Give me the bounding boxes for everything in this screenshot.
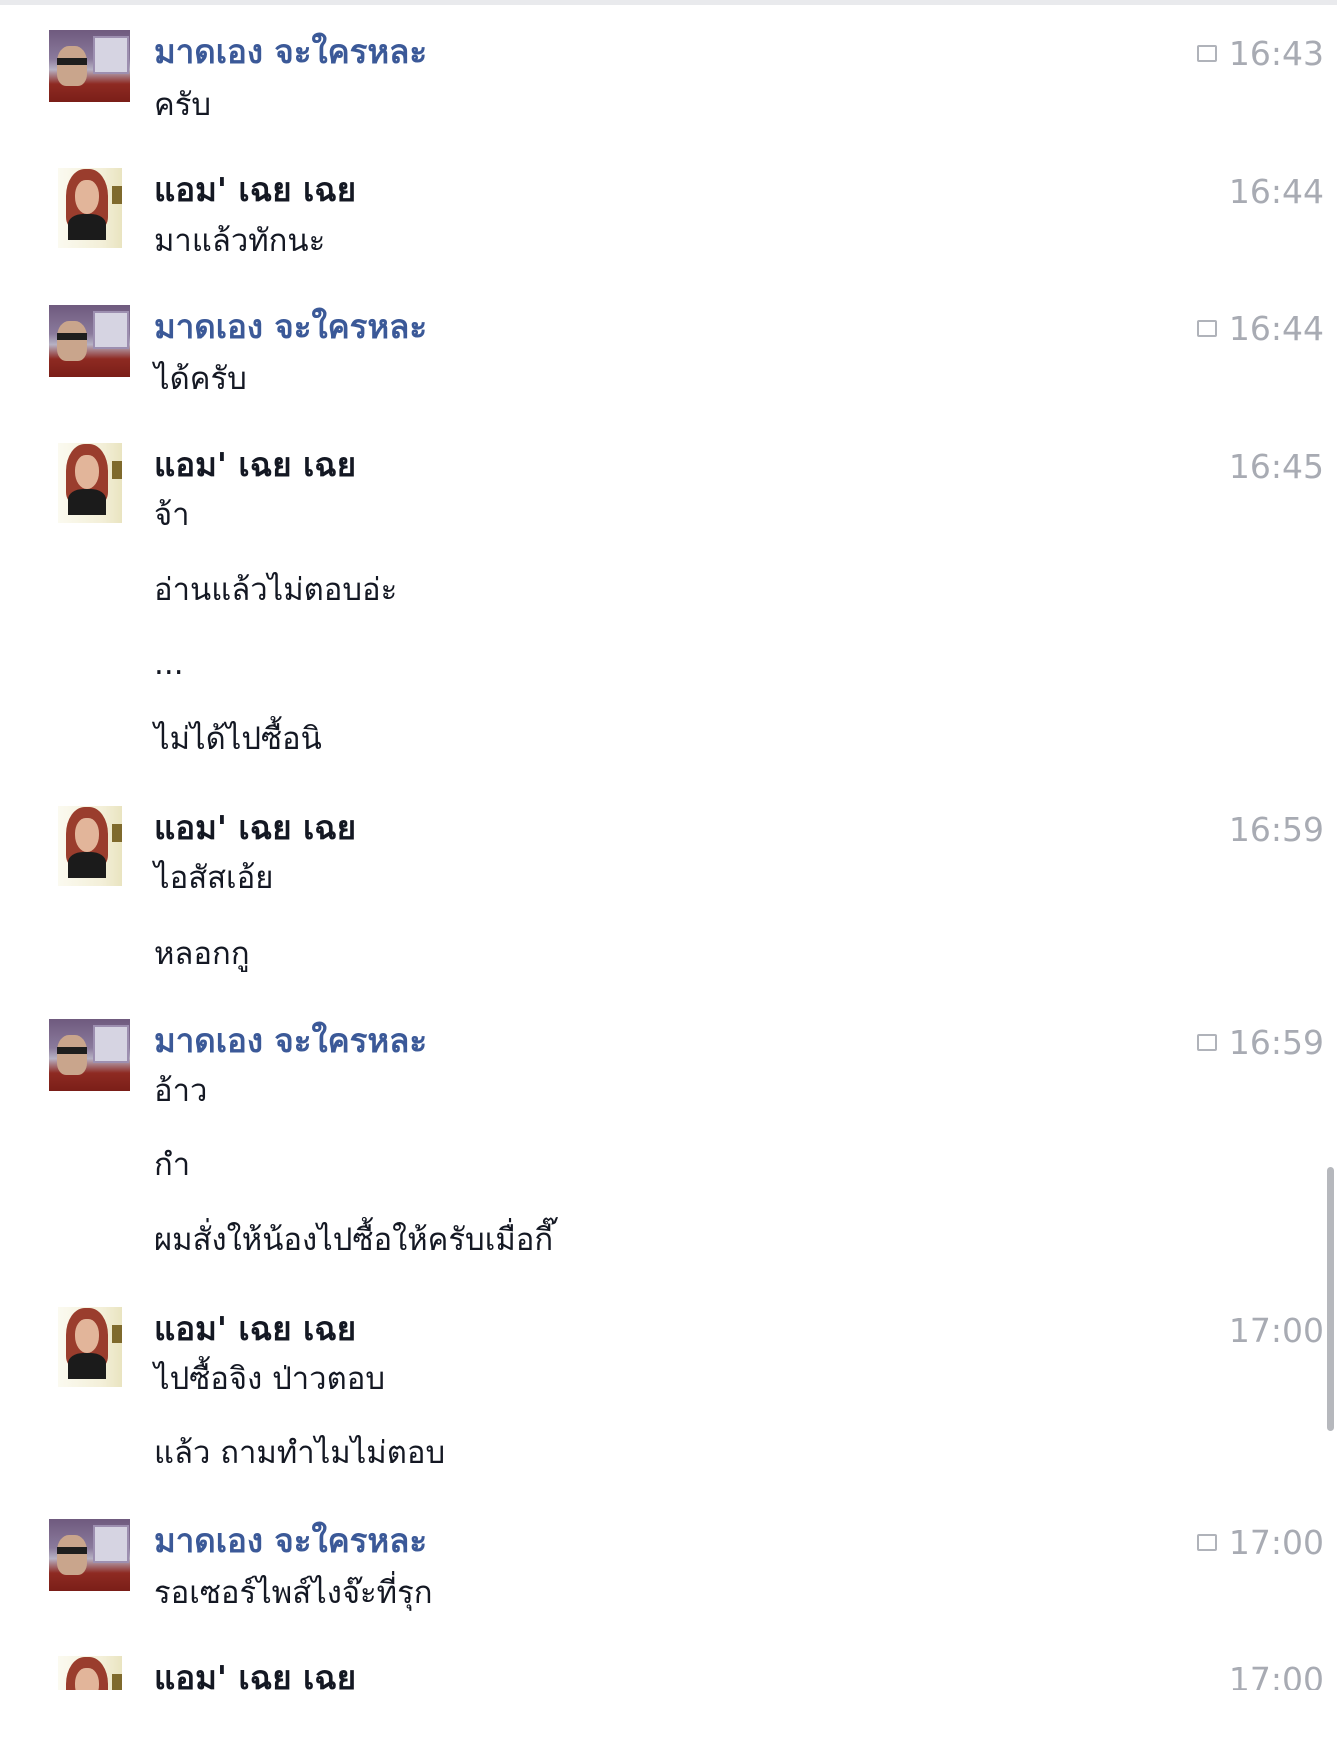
message-text: ผมสั่งให้น้องไปซื้อให้ครับเมื่อกี๊ [154, 1222, 554, 1258]
avatar[interactable] [49, 305, 130, 377]
message-text: ไม่ได้ไปซื้อนิ [154, 721, 322, 757]
sender-name[interactable]: มาดเอง จะใครหละ [154, 307, 427, 347]
avatar[interactable] [58, 1656, 122, 1690]
timestamp-text: 16:44 [1228, 309, 1324, 348]
timestamp: 16:45 [1229, 447, 1324, 487]
timestamp: 16:44 [1229, 172, 1324, 212]
timestamp-text: 17:00 [1228, 1311, 1324, 1350]
sender-name[interactable]: มาดเอง จะใครหละ [154, 1021, 427, 1061]
sender-name[interactable]: มาดเอง จะใครหละ [154, 1521, 427, 1561]
sender-name[interactable]: มาดเอง จะใครหละ [154, 32, 427, 72]
timestamp: 16:59 [1229, 810, 1324, 850]
message-text: กำ [154, 1147, 191, 1183]
seen-chat-bubble-icon [1196, 45, 1217, 62]
message-text: จ้า [154, 497, 190, 533]
timestamp-text: 16:59 [1228, 1023, 1324, 1062]
timestamp-text: 16:59 [1228, 810, 1324, 849]
message-text: ไอสัสเอ้ย [154, 860, 274, 896]
timestamp: 16:59 [1196, 1023, 1324, 1063]
message-text: ... [154, 646, 184, 682]
avatar[interactable] [49, 30, 130, 102]
message-text: อ่านแล้วไม่ตอบอ่ะ [154, 572, 398, 608]
avatar[interactable] [58, 1307, 122, 1387]
message-text: ไปซื้อจิง ป่าวตอบ [154, 1361, 386, 1397]
timestamp: 17:00 [1229, 1311, 1324, 1351]
avatar[interactable] [49, 1519, 130, 1591]
conversation-thread[interactable]: มาดเอง จะใครหละ 16:43 ครับ แอม' เฉย เฉย … [0, 0, 1330, 1690]
message-text: มาแล้วทักนะ [154, 223, 326, 259]
timestamp: 17:00 [1229, 1660, 1324, 1690]
timestamp-text: 16:43 [1228, 34, 1324, 73]
avatar[interactable] [58, 806, 122, 886]
sender-name[interactable]: แอม' เฉย เฉย [154, 1309, 356, 1349]
sender-name[interactable]: แอม' เฉย เฉย [154, 1658, 356, 1690]
message-text: ครับ [154, 87, 212, 123]
message-text: แล้ว ถามทำไมไม่ตอบ [154, 1435, 446, 1471]
timestamp-text: 16:45 [1228, 447, 1324, 486]
sender-name[interactable]: แอม' เฉย เฉย [154, 808, 356, 848]
sender-name[interactable]: แอม' เฉย เฉย [154, 445, 356, 485]
seen-chat-bubble-icon [1196, 1034, 1217, 1051]
avatar[interactable] [49, 1019, 130, 1091]
seen-chat-bubble-icon [1196, 1534, 1217, 1551]
timestamp-text: 16:44 [1228, 172, 1324, 211]
seen-chat-bubble-icon [1196, 320, 1217, 337]
sender-name[interactable]: แอม' เฉย เฉย [154, 170, 356, 210]
avatar[interactable] [58, 168, 122, 248]
message-text: หลอกกู [154, 936, 250, 972]
message-text: อ้าว [154, 1073, 208, 1109]
timestamp: 16:44 [1196, 309, 1324, 349]
message-text: รอเซอร์ไพส์ไงจ๊ะที่รุก [154, 1575, 433, 1611]
scrollbar-thumb[interactable] [1327, 1167, 1334, 1431]
timestamp: 17:00 [1196, 1523, 1324, 1563]
timestamp: 16:43 [1196, 34, 1324, 74]
avatar[interactable] [58, 443, 122, 523]
message-text: ได้ครับ [154, 361, 247, 397]
timestamp-text: 17:00 [1228, 1523, 1324, 1562]
timestamp-text: 17:00 [1228, 1660, 1324, 1690]
